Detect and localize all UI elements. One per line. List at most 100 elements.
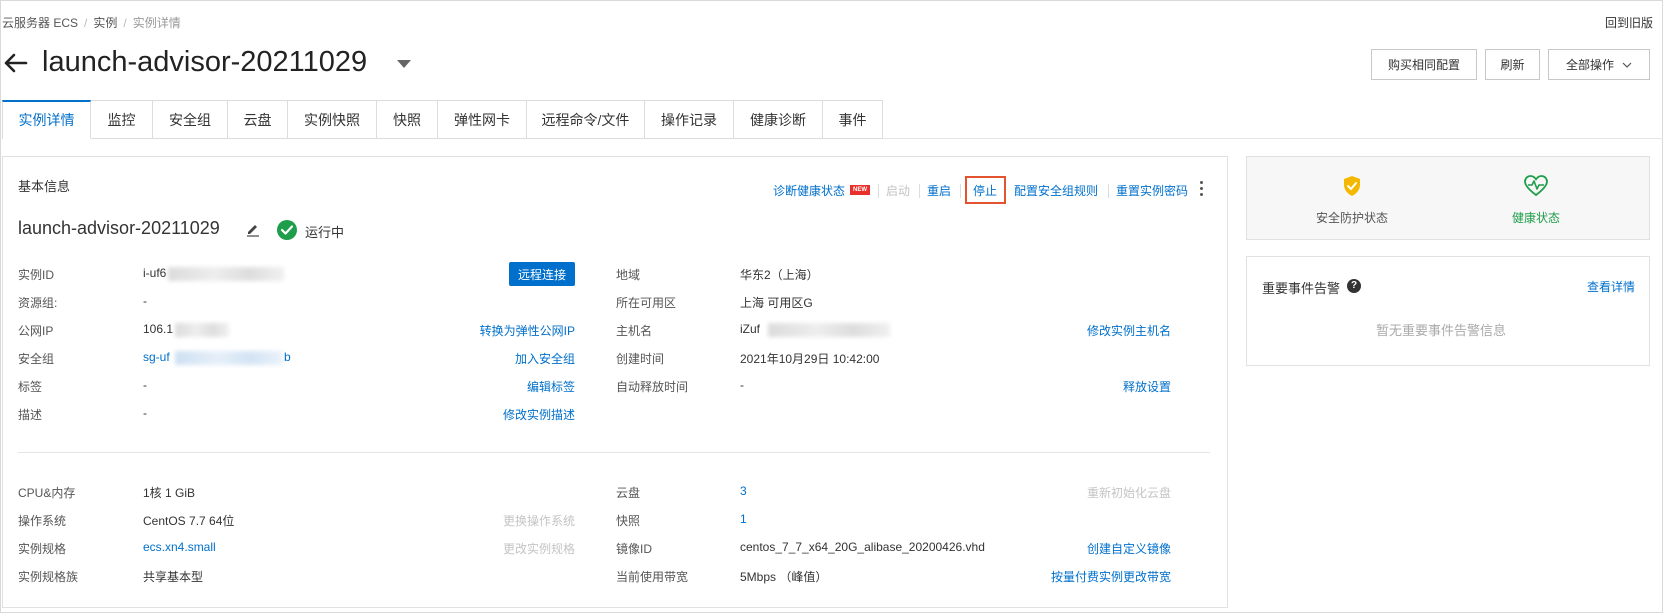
instance-id-value: i-uf6 bbox=[143, 266, 167, 280]
security-shield-icon[interactable] bbox=[1342, 175, 1362, 197]
breadcrumb-ecs[interactable]: 云服务器 ECS bbox=[2, 16, 78, 30]
tab-instance-snapshot[interactable]: 实例快照 bbox=[288, 100, 377, 139]
all-actions-button[interactable]: 全部操作 bbox=[1548, 49, 1650, 80]
title-dropdown-caret-icon[interactable] bbox=[397, 60, 411, 68]
tab-disks[interactable]: 云盘 bbox=[228, 100, 288, 139]
security-group-link-tail[interactable]: b bbox=[284, 350, 291, 364]
row-label: 地域 bbox=[616, 268, 641, 282]
change-os-link[interactable]: 更换操作系统 bbox=[503, 512, 575, 529]
create-custom-image-link[interactable]: 创建自定义镜像 bbox=[1087, 540, 1171, 557]
diagnose-health-link[interactable]: 诊断健康状态 bbox=[773, 182, 845, 199]
config-security-rules-link[interactable]: 配置安全组规则 bbox=[1014, 182, 1098, 199]
row-label: 实例ID bbox=[18, 268, 55, 282]
events-panel-title: 重要事件告警 bbox=[1262, 281, 1341, 296]
row-label: 描述 bbox=[18, 408, 43, 422]
redacted-public-ip bbox=[175, 323, 229, 337]
basic-info-title: 基本信息 bbox=[18, 179, 71, 194]
breadcrumb-instances[interactable]: 实例 bbox=[93, 16, 117, 30]
created-time-value: 2021年10月29日 10:42:00 bbox=[740, 352, 880, 366]
events-empty-text: 暂无重要事件告警信息 bbox=[1376, 323, 1507, 338]
tab-remote-commands[interactable]: 远程命令/文件 bbox=[527, 100, 645, 139]
health-status-label[interactable]: 健康状态 bbox=[1512, 209, 1560, 226]
action-separator bbox=[919, 184, 920, 198]
redacted-instance-id bbox=[168, 267, 284, 281]
row-label: 当前使用带宽 bbox=[616, 570, 689, 584]
breadcrumb-current: 实例详情 bbox=[132, 16, 181, 30]
running-status-icon bbox=[277, 220, 297, 240]
tab-snapshot[interactable]: 快照 bbox=[377, 100, 438, 139]
row-label: 自动释放时间 bbox=[616, 380, 689, 394]
remote-connect-button[interactable]: 远程连接 bbox=[509, 262, 575, 286]
start-link[interactable]: 启动 bbox=[886, 182, 910, 199]
status-text: 运行中 bbox=[305, 225, 345, 240]
cpu-memory-value: 1核 1 GiB bbox=[143, 486, 196, 500]
row-label: 资源组: bbox=[18, 296, 58, 310]
page-title: launch-advisor-20211029 bbox=[42, 46, 368, 78]
view-details-link[interactable]: 查看详情 bbox=[1587, 278, 1635, 295]
disks-count-link[interactable]: 3 bbox=[740, 484, 747, 498]
row-label: 所在可用区 bbox=[616, 296, 677, 310]
row-label: 镜像ID bbox=[616, 542, 653, 556]
region-value: 华东2（上海） bbox=[740, 268, 819, 282]
refresh-button[interactable]: 刷新 bbox=[1485, 49, 1540, 80]
convert-eip-link[interactable]: 转换为弹性公网IP bbox=[480, 322, 575, 339]
tab-events[interactable]: 事件 bbox=[823, 100, 883, 139]
breadcrumb: 云服务器 ECS / 实例 / 实例详情 bbox=[2, 16, 181, 30]
health-heart-icon[interactable] bbox=[1524, 175, 1548, 197]
chevron-down-icon bbox=[1622, 62, 1632, 68]
row-label: 主机名 bbox=[616, 324, 653, 338]
section-divider bbox=[18, 452, 1210, 453]
hostname-value: iZuf bbox=[740, 322, 761, 336]
security-status-label[interactable]: 安全防护状态 bbox=[1316, 209, 1388, 226]
help-question-icon[interactable]: ? bbox=[1347, 279, 1361, 293]
events-panel bbox=[1246, 256, 1650, 366]
security-group-link[interactable]: sg-uf bbox=[143, 350, 170, 364]
tags-value: - bbox=[143, 378, 147, 392]
stop-link[interactable]: 停止 bbox=[973, 182, 997, 199]
edit-pencil-icon[interactable] bbox=[245, 221, 261, 237]
more-actions-icon[interactable] bbox=[1200, 181, 1204, 197]
tab-monitoring[interactable]: 监控 bbox=[91, 100, 153, 139]
back-to-old-version-link[interactable]: 回到旧版 bbox=[1605, 14, 1653, 31]
resource-group-value: - bbox=[143, 294, 147, 308]
edit-tags-link[interactable]: 编辑标签 bbox=[527, 378, 575, 395]
change-instance-type-link[interactable]: 更改实例规格 bbox=[503, 540, 575, 557]
public-ip-value: 106.1 bbox=[143, 322, 174, 336]
row-label: 安全组 bbox=[18, 352, 55, 366]
restart-link[interactable]: 重启 bbox=[927, 182, 951, 199]
tab-eni[interactable]: 弹性网卡 bbox=[438, 100, 527, 139]
back-arrow-icon[interactable] bbox=[2, 50, 28, 76]
snapshot-count-link[interactable]: 1 bbox=[740, 512, 747, 526]
change-bandwidth-link[interactable]: 按量付费实例更改带宽 bbox=[1051, 568, 1171, 585]
os-value: CentOS 7.7 64位 bbox=[143, 514, 235, 528]
buy-same-config-button[interactable]: 购买相同配置 bbox=[1371, 49, 1477, 80]
row-label: 云盘 bbox=[616, 486, 641, 500]
row-label: CPU&内存 bbox=[18, 486, 76, 500]
tab-instance-details[interactable]: 实例详情 bbox=[2, 100, 91, 139]
row-label: 操作系统 bbox=[18, 514, 67, 528]
bandwidth-value: 5Mbps （峰值） bbox=[740, 570, 828, 584]
tab-health-diagnosis[interactable]: 健康诊断 bbox=[734, 100, 823, 139]
row-label: 公网IP bbox=[18, 324, 54, 338]
auto-release-value: - bbox=[740, 378, 744, 392]
reset-password-link[interactable]: 重置实例密码 bbox=[1116, 182, 1188, 199]
tab-operation-log[interactable]: 操作记录 bbox=[645, 100, 734, 139]
row-label: 实例规格 bbox=[18, 542, 67, 556]
edit-hostname-link[interactable]: 修改实例主机名 bbox=[1087, 322, 1171, 339]
redacted-security-group bbox=[175, 351, 283, 365]
instance-type-link[interactable]: ecs.xn4.small bbox=[143, 540, 216, 554]
description-value: - bbox=[143, 406, 147, 420]
tab-security-group[interactable]: 安全组 bbox=[153, 100, 228, 139]
action-separator bbox=[878, 184, 879, 198]
zone-value: 上海 可用区G bbox=[740, 296, 813, 310]
instance-name: launch-advisor-20211029 bbox=[18, 218, 220, 238]
edit-description-link[interactable]: 修改实例描述 bbox=[503, 406, 575, 423]
row-label: 标签 bbox=[18, 380, 43, 394]
join-security-group-link[interactable]: 加入安全组 bbox=[515, 350, 575, 367]
reinit-disk-link[interactable]: 重新初始化云盘 bbox=[1087, 484, 1171, 501]
row-label: 创建时间 bbox=[616, 352, 665, 366]
row-label: 实例规格族 bbox=[18, 570, 79, 584]
instance-family-value: 共享基本型 bbox=[143, 570, 204, 584]
release-settings-link[interactable]: 释放设置 bbox=[1123, 378, 1171, 395]
row-label: 快照 bbox=[616, 514, 641, 528]
